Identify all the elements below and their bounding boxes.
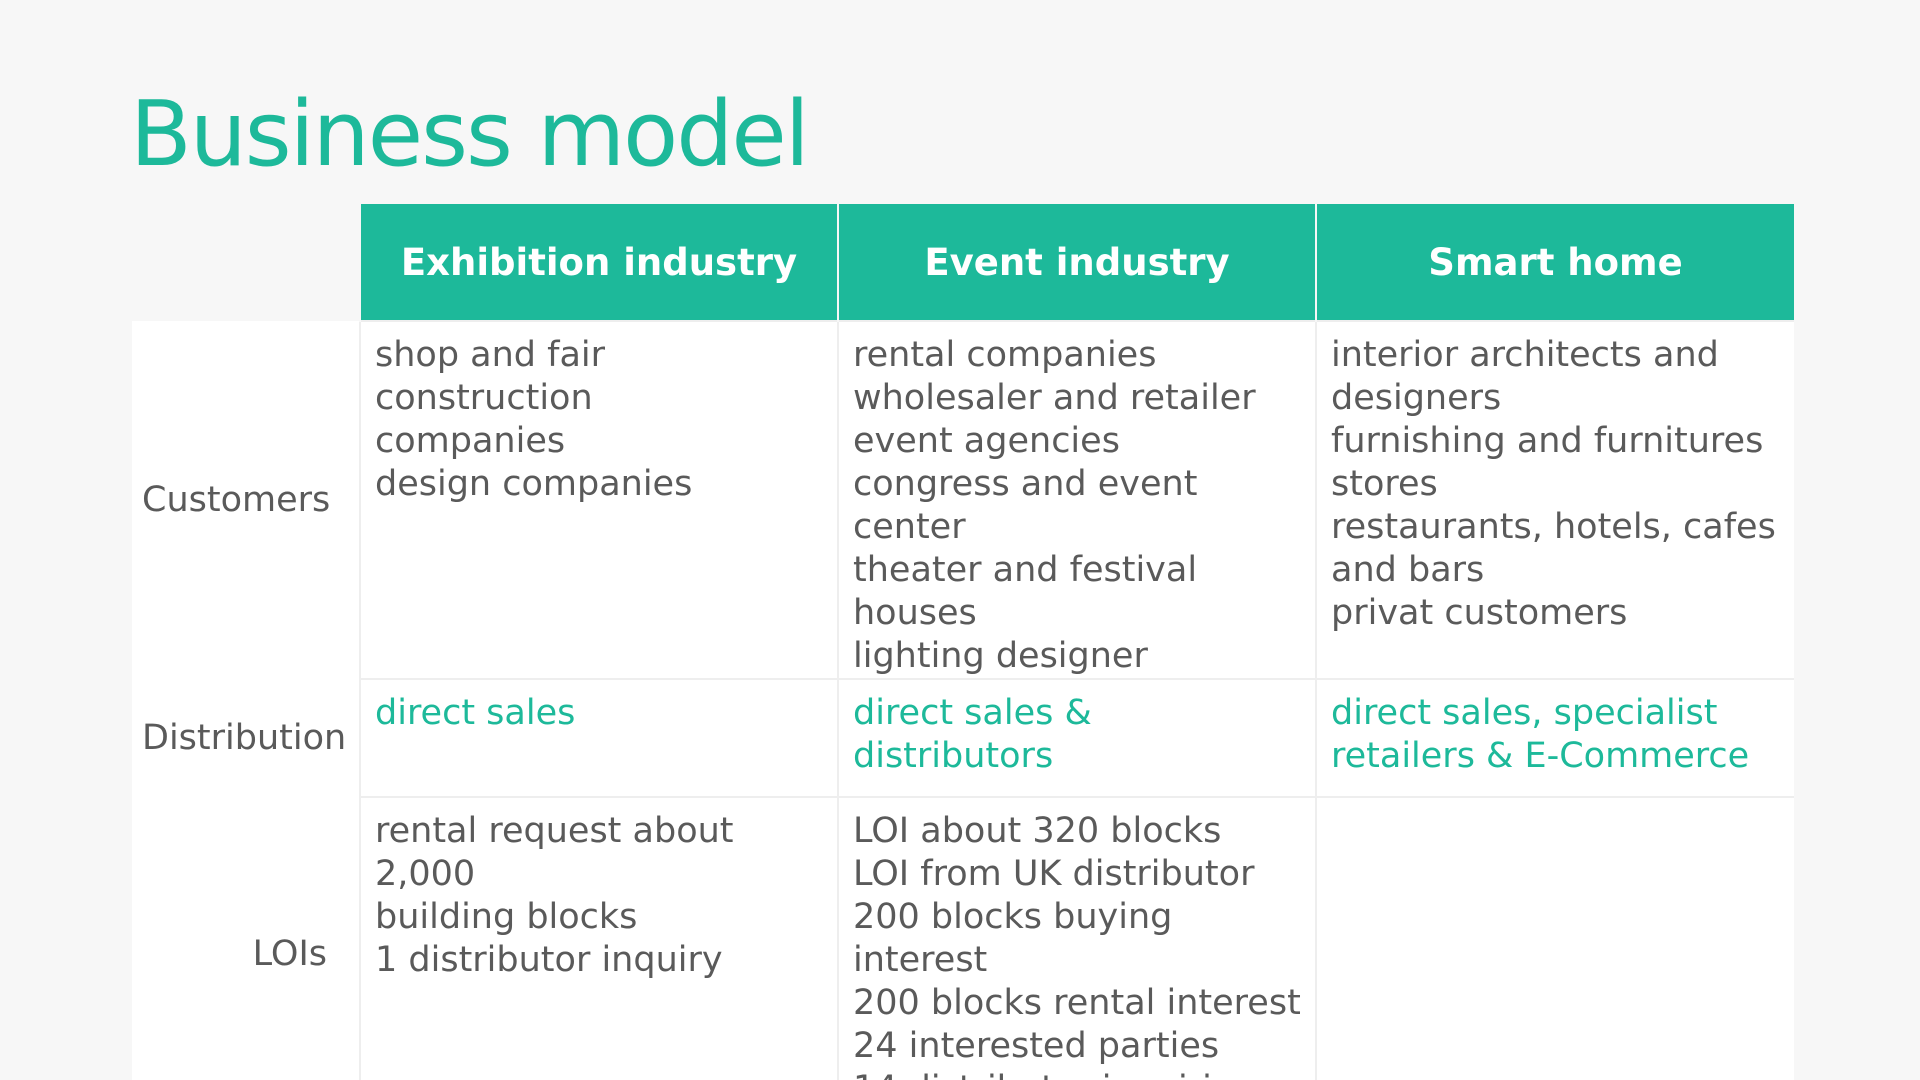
cell-line: shop and fair construction — [375, 335, 606, 418]
cell-line: restaurants, hotels, cafes — [1331, 507, 1776, 547]
cell-distribution-smart-home: direct sales, specialist retailers & E-C… — [1315, 678, 1794, 797]
cell-lois-event: LOI about 320 blocks LOI from UK distrib… — [837, 796, 1316, 1080]
page-title: Business model — [130, 82, 810, 187]
cell-line: privat customers — [1331, 593, 1628, 633]
header-row: Exhibition industry Event industry Smart… — [132, 204, 1794, 321]
cell-line: design companies — [375, 464, 693, 504]
row-distribution: Distribution direct sales direct sales &… — [132, 678, 1794, 797]
cell-line: and bars — [1331, 550, 1485, 590]
cell-line: LOI from UK distributor — [853, 854, 1255, 894]
cell-line: direct sales — [375, 693, 576, 733]
cell-line: stores — [1331, 464, 1438, 504]
cell-line: rental request about 2,000 — [375, 811, 734, 894]
cell-line: event agencies — [853, 421, 1120, 461]
cell-line: companies — [375, 421, 566, 461]
header-event-industry: Event industry — [837, 204, 1316, 321]
cell-line: wholesaler and retailer — [853, 378, 1256, 418]
row-label-lois: LOIs — [132, 797, 360, 1080]
cell-customers-event: rental companies wholesaler and retailer… — [837, 320, 1316, 679]
header-smart-home: Smart home — [1315, 204, 1794, 321]
cell-line: designers — [1331, 378, 1502, 418]
cell-line: 200 blocks rental interest — [853, 983, 1301, 1023]
cell-line: 24 interested parties — [853, 1026, 1220, 1066]
row-lois: LOIs rental request about 2,000 building… — [132, 796, 1794, 1080]
cell-distribution-event: direct sales & distributors — [837, 678, 1316, 797]
cell-line: theater and festival houses — [853, 550, 1198, 633]
cell-line: building blocks — [375, 897, 638, 937]
cell-line: lighting designer — [853, 636, 1148, 676]
cell-line: congress and event center — [853, 464, 1198, 547]
header-exhibition-industry: Exhibition industry — [359, 204, 838, 321]
row-label-customers: Customers — [132, 321, 360, 679]
row-label-distribution: Distribution — [132, 679, 360, 797]
business-model-table: Exhibition industry Event industry Smart… — [132, 204, 1794, 1080]
cell-line: 200 blocks buying interest — [853, 897, 1173, 980]
cell-lois-exhibition: rental request about 2,000 building bloc… — [359, 796, 838, 1080]
cell-line: direct sales, specialist — [1331, 693, 1718, 733]
header-corner — [132, 204, 360, 321]
cell-customers-exhibition: shop and fair construction companies des… — [359, 320, 838, 679]
cell-line: interior architects and — [1331, 335, 1719, 375]
cell-customers-smart-home: interior architects and designers furnis… — [1315, 320, 1794, 679]
cell-distribution-exhibition: direct sales — [359, 678, 838, 797]
cell-line: 14 distributor inquiries — [853, 1068, 1301, 1080]
cell-lois-smart-home — [1315, 796, 1794, 1080]
row-customers: Customers shop and fair construction com… — [132, 320, 1794, 679]
cell-line: LOI about 320 blocks — [853, 811, 1222, 851]
cell-line: furnishing and furnitures — [1331, 421, 1764, 461]
slide: Business model Exhibition industry Event… — [0, 0, 1920, 1080]
cell-line: direct sales & distributors — [853, 693, 1092, 776]
cell-line: rental companies — [853, 335, 1157, 375]
cell-line: retailers & E-Commerce — [1331, 736, 1750, 776]
cell-line: 1 distributor inquiry — [375, 940, 723, 980]
